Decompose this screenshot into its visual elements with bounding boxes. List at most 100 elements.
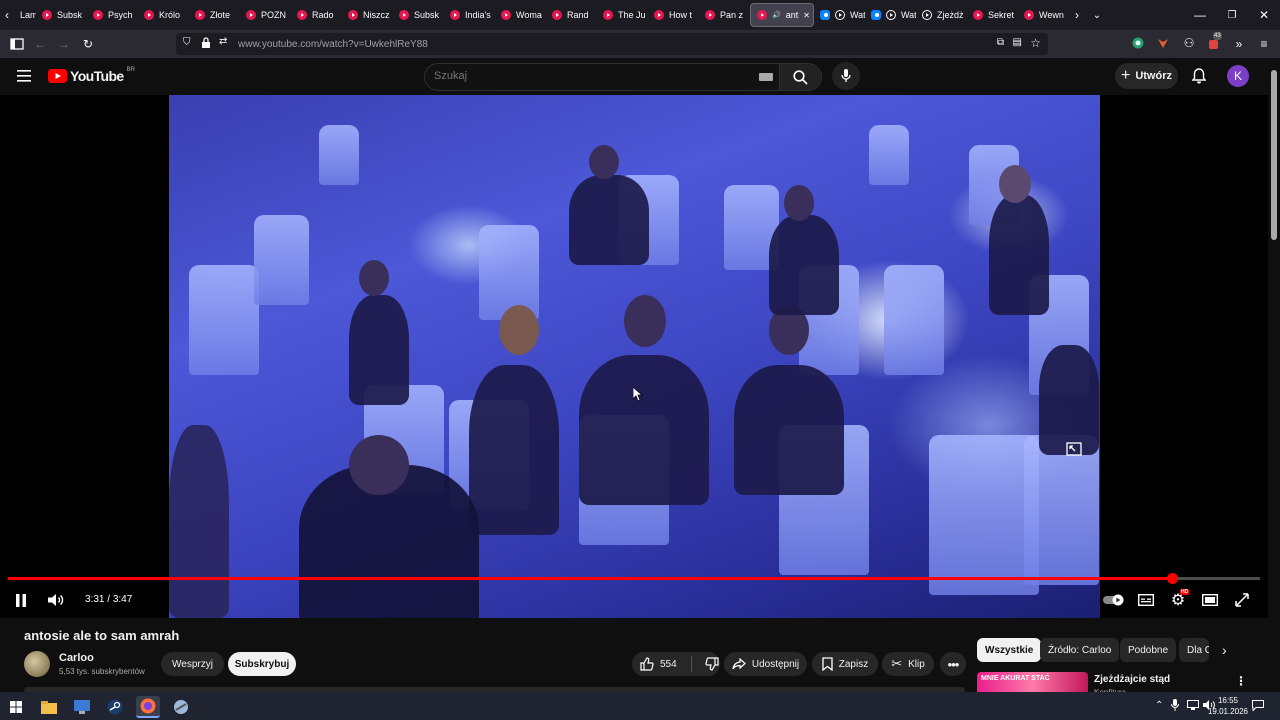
tray-network-icon[interactable] xyxy=(1187,700,1199,710)
sidebar-toggle-icon[interactable] xyxy=(10,37,24,51)
pause-button[interactable] xyxy=(10,589,32,611)
browser-tab[interactable]: Rado xyxy=(291,3,342,27)
browser-tab[interactable]: POZN xyxy=(240,3,291,27)
video-player[interactable]: 3:31 / 3:47 ⚙ HD xyxy=(0,95,1268,618)
chip-related[interactable]: Podobne xyxy=(1120,638,1177,662)
browser-tab[interactable]: Zjeżdż xyxy=(916,3,967,27)
tab-close-icon[interactable]: ✕ xyxy=(803,11,810,20)
browser-tab[interactable]: Woma xyxy=(495,3,546,27)
create-button[interactable]: + Utwórz xyxy=(1115,63,1178,89)
support-button[interactable]: Wesprzyj xyxy=(161,652,224,676)
browser-tab[interactable]: Złote xyxy=(189,3,240,27)
tab-scroll-left-button[interactable]: ‹ xyxy=(0,3,14,27)
more-actions-button[interactable]: ••• xyxy=(940,652,966,676)
search-input[interactable] xyxy=(434,70,734,82)
pip-icon[interactable]: ⧉ xyxy=(997,37,1004,48)
minimize-window-button[interactable]: — xyxy=(1184,8,1216,22)
windows-start-icon[interactable] xyxy=(4,696,28,718)
shield-icon[interactable]: ⛉ xyxy=(183,37,191,48)
browser-tab[interactable]: Watch xyxy=(814,3,865,27)
progress-bar[interactable] xyxy=(8,573,1260,584)
permissions-icon[interactable]: ⇄ xyxy=(219,36,227,47)
notifications-bell-icon[interactable] xyxy=(1192,68,1206,84)
lock-icon[interactable] xyxy=(201,37,211,49)
browser-tab[interactable]: India's xyxy=(444,3,495,27)
recommendation-thumbnail[interactable]: MNIE AKURAT STAĆ xyxy=(977,672,1088,692)
tray-microphone-icon[interactable] xyxy=(1171,699,1179,711)
browser-tab[interactable]: Watch xyxy=(865,3,916,27)
chip-source[interactable]: Źródło: Carloo xyxy=(1040,638,1120,662)
browser-tab[interactable]: Pan z xyxy=(699,3,750,27)
maximize-window-button[interactable]: ❐ xyxy=(1216,10,1248,21)
dislike-button[interactable] xyxy=(705,657,719,671)
search-icon xyxy=(793,69,808,85)
browser-tab[interactable]: Lamm xyxy=(14,3,36,27)
browser-tab[interactable]: Sekret xyxy=(967,3,1018,27)
recommendation-title[interactable]: Zjeżdżajcie stąd xyxy=(1094,674,1170,685)
file-explorer-icon[interactable] xyxy=(37,696,61,718)
account-avatar[interactable]: K xyxy=(1227,65,1249,87)
subscribe-button[interactable]: Subskrybuj xyxy=(228,652,296,676)
url-text[interactable]: www.youtube.com/watch?v=UwkehlReY88 xyxy=(238,39,428,50)
browser-tab[interactable]: Wewn xyxy=(1018,3,1069,27)
addon-badge-icon[interactable]: 43 xyxy=(1207,32,1222,51)
volume-button[interactable] xyxy=(45,589,67,611)
tab-audio-playing-icon[interactable]: 🔊 xyxy=(772,11,781,19)
browser-tab[interactable]: How t xyxy=(648,3,699,27)
pinned-app-icon[interactable] xyxy=(169,696,193,718)
browser-menu-icon[interactable]: ≡ xyxy=(1257,37,1271,51)
forward-button[interactable]: → xyxy=(57,37,71,51)
save-button[interactable]: Zapisz xyxy=(812,652,878,676)
browser-tab[interactable]: Subsk xyxy=(36,3,87,27)
share-button[interactable]: Udostępnij xyxy=(724,652,807,676)
firefox-icon[interactable] xyxy=(136,696,160,718)
scrollbar-thumb[interactable] xyxy=(1271,70,1277,240)
search-button[interactable] xyxy=(779,64,821,90)
close-window-button[interactable]: ✕ xyxy=(1248,8,1280,22)
extensions-icon[interactable]: ⚇ xyxy=(1182,36,1196,50)
voice-search-button[interactable] xyxy=(832,62,860,90)
channel-name[interactable]: Carloo xyxy=(59,652,94,664)
back-button[interactable]: ← xyxy=(33,37,47,51)
progress-bar-scrubber[interactable] xyxy=(1167,573,1179,584)
notification-center-icon[interactable] xyxy=(1252,700,1264,711)
computer-app-icon[interactable] xyxy=(70,696,94,718)
overflow-chevron-icon[interactable]: » xyxy=(1232,37,1246,51)
miniplayer-button[interactable] xyxy=(1199,589,1221,611)
browser-tab[interactable]: 🔊 ant ✕ xyxy=(750,3,814,27)
browser-tab[interactable]: The Ju xyxy=(597,3,648,27)
recommendation-menu-icon[interactable]: ⋮ xyxy=(1235,674,1247,688)
steam-icon[interactable] xyxy=(103,696,127,718)
video-overlay-icon[interactable] xyxy=(1066,442,1082,456)
vpn-extension-icon[interactable] xyxy=(1132,37,1146,51)
clip-button[interactable]: ✂ Klip xyxy=(882,652,934,676)
bookmark-star-icon[interactable]: ☆ xyxy=(1030,36,1041,50)
settings-button[interactable]: ⚙ HD xyxy=(1167,589,1190,611)
browser-tab[interactable]: Subsk xyxy=(393,3,444,27)
tab-scroll-right-button[interactable]: › xyxy=(1069,8,1085,22)
hamburger-menu-icon[interactable] xyxy=(17,70,31,82)
fullscreen-button[interactable] xyxy=(1231,589,1253,611)
video-frame[interactable] xyxy=(169,95,1100,618)
reload-button[interactable]: ↻ xyxy=(81,37,95,51)
tray-overflow-icon[interactable]: ⌃ xyxy=(1155,700,1163,711)
youtube-logo[interactable]: YouTube BR xyxy=(48,67,135,84)
tab-list-button[interactable]: ⌄ xyxy=(1085,10,1109,21)
fox-extension-icon[interactable] xyxy=(1157,37,1171,51)
browser-tab[interactable]: Niszcz xyxy=(342,3,393,27)
chips-next-chevron-icon[interactable]: › xyxy=(1222,642,1227,658)
browser-tab[interactable]: Rand xyxy=(546,3,597,27)
like-button[interactable]: 554 xyxy=(640,657,677,671)
keyboard-icon[interactable] xyxy=(759,73,773,81)
url-bar[interactable]: ⛉ ⇄ www.youtube.com/watch?v=UwkehlReY88 … xyxy=(176,33,1048,55)
channel-avatar[interactable] xyxy=(24,651,50,677)
autoplay-toggle[interactable] xyxy=(1103,589,1125,611)
subtitles-button[interactable] xyxy=(1135,589,1157,611)
chip-all[interactable]: Wszystkie xyxy=(977,638,1042,662)
browser-tab[interactable]: Królo xyxy=(138,3,189,27)
page-scrollbar[interactable] xyxy=(1268,58,1280,692)
chip-for-you[interactable]: Dla C xyxy=(1179,638,1209,662)
browser-tab[interactable]: Psych xyxy=(87,3,138,27)
taskbar-clock[interactable]: 16:55 19.01.2026 xyxy=(1208,695,1248,717)
reader-icon[interactable]: ▤ xyxy=(1013,37,1022,48)
